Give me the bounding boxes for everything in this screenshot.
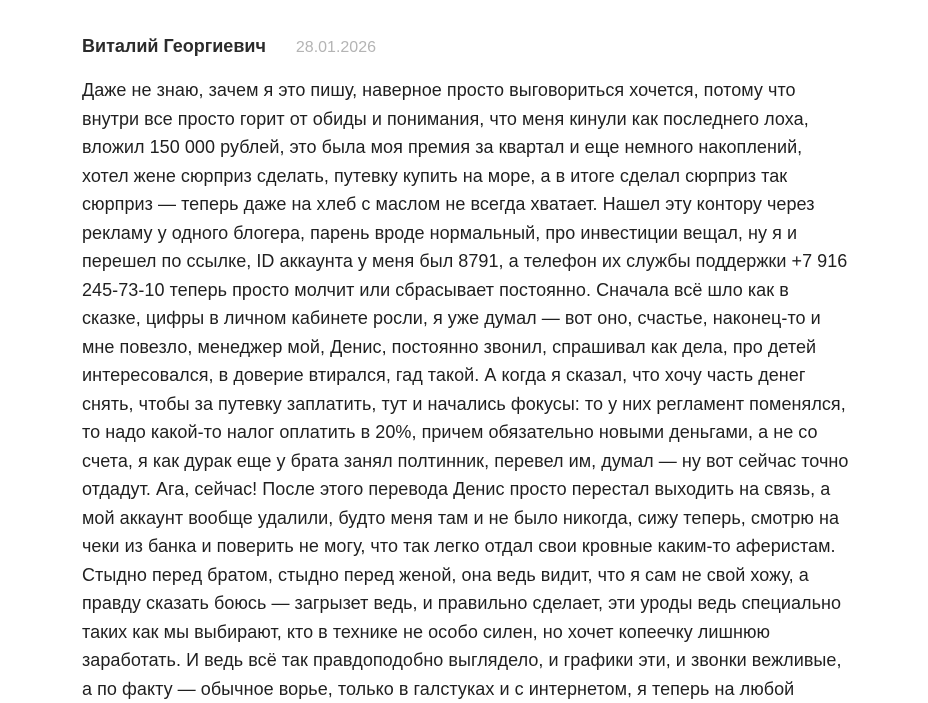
review-text-line: чеки из банка и поверить не могу, что та… xyxy=(82,532,922,561)
review-text: Даже не знаю, зачем я это пишу, наверное… xyxy=(82,76,922,703)
review-text-line: вложил 150 000 рублей, это была моя прем… xyxy=(82,133,922,162)
review-card: Виталий Георгиевич 28.01.2026 Даже не зн… xyxy=(82,36,922,62)
review-text-line: мой аккаунт вообще удалили, будто меня т… xyxy=(82,504,922,533)
review-text-line: сказке, цифры в личном кабинете росли, я… xyxy=(82,304,922,333)
review-text-line: перешел по ссылке, ID аккаунта у меня бы… xyxy=(82,247,922,276)
review-text-line: хотел жене сюрприз сделать, путевку купи… xyxy=(82,162,922,191)
review-text-line: рекламу у одного блогера, парень вроде н… xyxy=(82,219,922,248)
review-text-line: Стыдно перед братом, стыдно перед женой,… xyxy=(82,561,922,590)
review-text-line: правду сказать боюсь — загрызет ведь, и … xyxy=(82,589,922,618)
review-text-line: заработать. И ведь всё так правдоподобно… xyxy=(82,646,922,675)
review-date: 28.01.2026 xyxy=(296,39,376,57)
review-text-line: счета, я как дурак еще у брата занял пол… xyxy=(82,447,922,476)
review-text-line: то надо какой-то налог оплатить в 20%, п… xyxy=(82,418,922,447)
review-text-line: Даже не знаю, зачем я это пишу, наверное… xyxy=(82,76,922,105)
review-text-line: интересовался, в доверие втирался, гад т… xyxy=(82,361,922,390)
review-text-line: мне повезло, менеджер мой, Денис, постоя… xyxy=(82,333,922,362)
review-author: Виталий Георгиевич xyxy=(82,36,266,57)
review-text-line: 245-73-10 теперь просто молчит или сбрас… xyxy=(82,276,922,305)
review-text-line: а по факту — обычное ворье, только в гал… xyxy=(82,675,922,703)
review-text-line: снять, чтобы за путевку заплатить, тут и… xyxy=(82,390,922,419)
review-text-line: сюрприз — теперь даже на хлеб с маслом н… xyxy=(82,190,922,219)
review-text-line: внутри все просто горит от обиды и поним… xyxy=(82,105,922,134)
review-header: Виталий Георгиевич 28.01.2026 xyxy=(82,36,922,62)
review-text-line: таких как мы выбирают, кто в технике не … xyxy=(82,618,922,647)
review-text-line: отдадут. Ага, сейчас! После этого перево… xyxy=(82,475,922,504)
